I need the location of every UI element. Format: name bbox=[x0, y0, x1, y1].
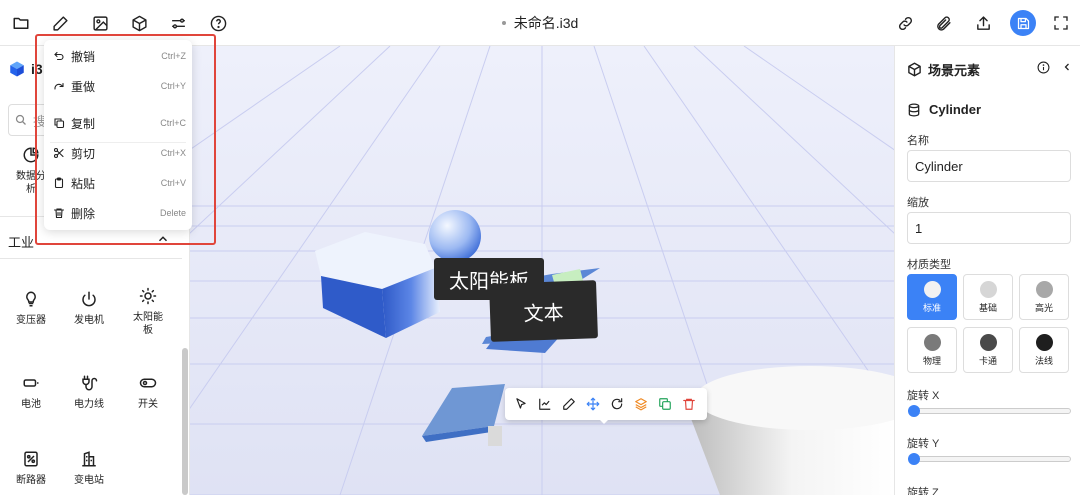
section-divider bbox=[0, 258, 182, 259]
sidebar-item-label: 开关 bbox=[138, 399, 158, 410]
sidebar-scrollbar[interactable] bbox=[182, 348, 188, 495]
scale-input[interactable]: 1 bbox=[907, 212, 1071, 244]
cable-icon bbox=[80, 374, 98, 392]
save-icon bbox=[1016, 16, 1031, 31]
object-name: Cylinder bbox=[929, 102, 982, 117]
layers-icon[interactable] bbox=[633, 396, 649, 412]
rotate-x-label: 旋转 X bbox=[907, 390, 940, 402]
section-title-industry: 工业 bbox=[8, 235, 35, 250]
info-icon[interactable] bbox=[1037, 61, 1050, 74]
cube-icon bbox=[907, 62, 922, 77]
breaker-icon bbox=[22, 450, 40, 468]
material-label: 基础 bbox=[978, 303, 997, 313]
slider-handle[interactable] bbox=[908, 453, 920, 465]
sidebar-item-switch[interactable]: 开关 bbox=[125, 374, 171, 411]
sliders-icon[interactable] bbox=[167, 12, 189, 34]
label-text[interactable]: 文本 bbox=[489, 280, 598, 342]
scale-label: 缩放 bbox=[907, 197, 929, 209]
save-button[interactable] bbox=[1010, 10, 1036, 36]
rotate-y-label: 旋转 Y bbox=[907, 438, 940, 450]
sidebar-item-solar-panel[interactable]: 太阳能板 bbox=[125, 287, 171, 337]
sphere-object[interactable] bbox=[429, 210, 481, 262]
name-input[interactable]: Cylinder bbox=[907, 150, 1071, 182]
chart-line-icon[interactable] bbox=[537, 396, 553, 412]
rotate-x-slider[interactable] bbox=[908, 405, 1071, 417]
material-normal[interactable]: 法线 bbox=[1019, 327, 1069, 373]
material-standard[interactable]: 标准 bbox=[907, 274, 957, 320]
material-swatch bbox=[1035, 334, 1053, 351]
name-label: 名称 bbox=[907, 135, 929, 147]
sidebar-item-breaker[interactable]: 断路器 bbox=[8, 450, 54, 487]
material-label: 物理 bbox=[922, 356, 941, 366]
sun-icon bbox=[139, 287, 157, 305]
material-toon[interactable]: 卡通 bbox=[963, 327, 1013, 373]
material-type-label: 材质类型 bbox=[907, 259, 951, 271]
delete-icon[interactable] bbox=[681, 396, 697, 412]
cylinder-object[interactable] bbox=[690, 366, 894, 495]
material-label: 卡通 bbox=[978, 356, 997, 366]
material-physical[interactable]: 物理 bbox=[907, 327, 957, 373]
rotate-z-label: 旋转 Z bbox=[907, 487, 939, 495]
3d-viewport[interactable]: 太阳能板 文本 bbox=[190, 46, 894, 495]
sidebar-item-label: 发电机 bbox=[74, 315, 104, 326]
substation-icon bbox=[80, 450, 98, 468]
sidebar-item-label: 断路器 bbox=[16, 475, 46, 486]
unsaved-dot bbox=[501, 21, 506, 25]
sidebar-item-label: 电力线 bbox=[74, 399, 104, 410]
material-label: 法线 bbox=[1034, 356, 1053, 366]
logo-cube-icon bbox=[8, 60, 26, 78]
sidebar-item-transformer[interactable]: 变压器 bbox=[8, 290, 54, 327]
link-icon[interactable] bbox=[894, 12, 916, 34]
slider-handle[interactable] bbox=[908, 405, 920, 417]
battery-icon bbox=[22, 374, 40, 392]
move-icon[interactable] bbox=[585, 396, 601, 412]
material-basic[interactable]: 基础 bbox=[963, 274, 1013, 320]
material-phong[interactable]: 高光 bbox=[1019, 274, 1069, 320]
toggle-icon bbox=[139, 374, 157, 392]
paperclip-icon[interactable] bbox=[932, 12, 954, 34]
panel-title: 场景元素 bbox=[928, 63, 981, 78]
sidebar-item-label: 电池 bbox=[21, 399, 41, 410]
material-swatch bbox=[1035, 281, 1053, 298]
material-swatch bbox=[979, 334, 997, 351]
share-icon[interactable] bbox=[972, 12, 994, 34]
sidebar-item-label: 变电站 bbox=[74, 475, 104, 486]
folder-icon[interactable] bbox=[10, 12, 32, 34]
properties-panel: 场景元素 Cylinder 名称 Cylinder 缩放 1 材质类型 标准 基… bbox=[894, 46, 1080, 495]
material-swatch bbox=[979, 281, 997, 298]
image-icon[interactable] bbox=[89, 12, 111, 34]
pencil-icon[interactable] bbox=[49, 12, 71, 34]
help-icon[interactable] bbox=[207, 12, 229, 34]
material-swatch bbox=[923, 281, 941, 298]
material-label: 高光 bbox=[1034, 303, 1053, 313]
toolbar-pointer bbox=[598, 418, 610, 424]
material-label: 标准 bbox=[922, 303, 941, 313]
sidebar-item-power-line[interactable]: 电力线 bbox=[66, 374, 112, 411]
object-toolbar bbox=[505, 388, 707, 420]
pointer-icon[interactable] bbox=[513, 396, 529, 412]
sidebar-item-label: 变压器 bbox=[16, 315, 46, 326]
pen-icon[interactable] bbox=[561, 396, 577, 412]
file-title: 未命名.i3d bbox=[513, 15, 579, 31]
material-swatch bbox=[923, 334, 941, 351]
sidebar-item-label: 太阳能板 bbox=[133, 312, 163, 336]
database-icon bbox=[907, 103, 921, 117]
duplicate-icon[interactable] bbox=[657, 396, 673, 412]
sidebar-item-generator[interactable]: 发电机 bbox=[66, 290, 112, 327]
sidebar-item-battery[interactable]: 电池 bbox=[8, 374, 54, 411]
power-icon bbox=[80, 290, 98, 308]
collapse-chevron-icon[interactable] bbox=[1061, 61, 1073, 73]
lightbulb-icon bbox=[22, 290, 40, 308]
search-icon bbox=[15, 114, 27, 126]
sidebar-item-substation[interactable]: 变电站 bbox=[66, 450, 112, 487]
rotate-icon[interactable] bbox=[609, 396, 625, 412]
fullscreen-icon[interactable] bbox=[1050, 12, 1072, 34]
rotate-y-slider[interactable] bbox=[908, 453, 1071, 465]
cube-icon[interactable] bbox=[128, 12, 150, 34]
menu-highlight-frame bbox=[35, 34, 216, 245]
